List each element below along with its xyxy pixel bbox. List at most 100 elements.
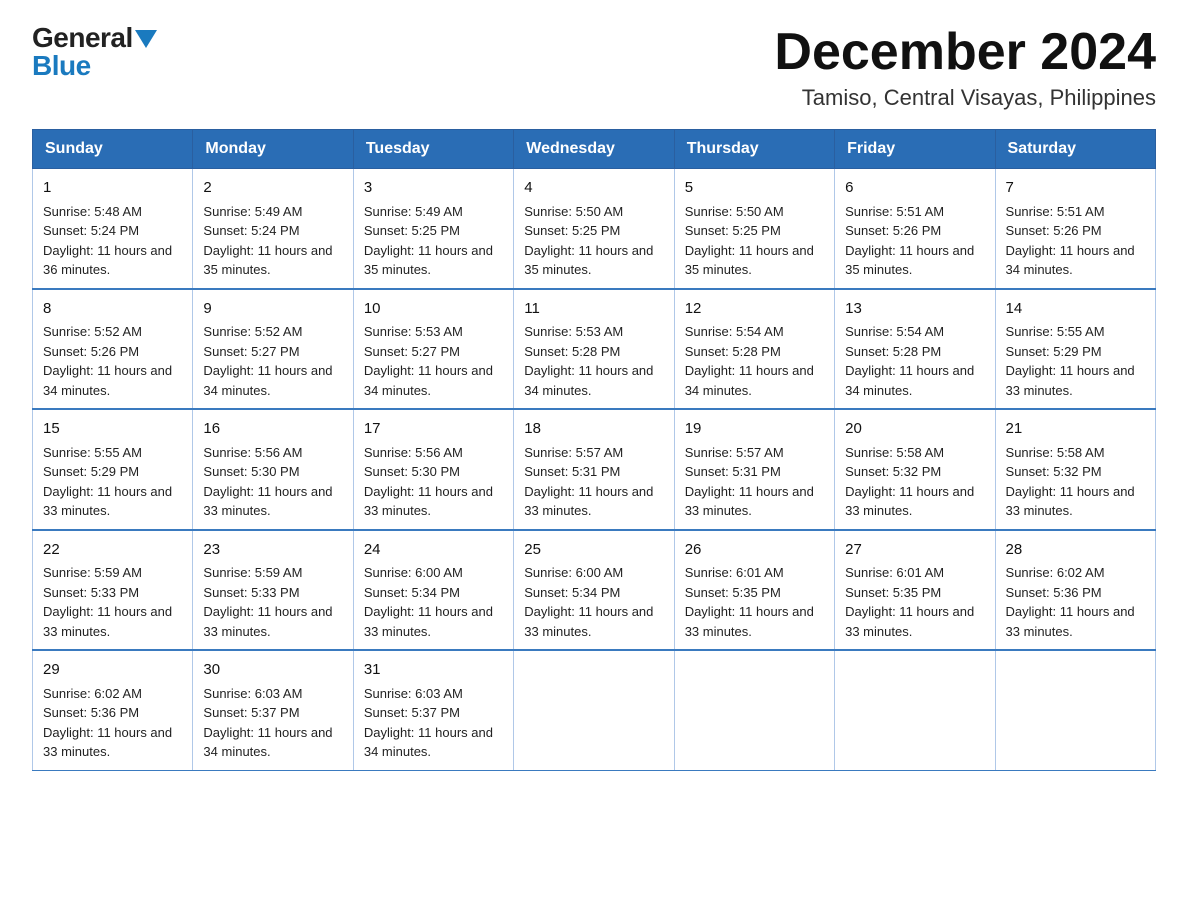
day-number: 4 xyxy=(524,177,663,200)
day-number: 13 xyxy=(845,298,984,321)
day-number: 7 xyxy=(1006,177,1145,200)
main-title: December 2024 xyxy=(774,24,1156,81)
weekday-header-wednesday: Wednesday xyxy=(514,130,674,169)
day-number: 27 xyxy=(845,539,984,562)
day-info: Sunrise: 5:50 AMSunset: 5:25 PMDaylight:… xyxy=(685,204,814,278)
day-info: Sunrise: 5:58 AMSunset: 5:32 PMDaylight:… xyxy=(1006,445,1135,519)
day-info: Sunrise: 6:00 AMSunset: 5:34 PMDaylight:… xyxy=(364,565,493,639)
calendar-cell: 28 Sunrise: 6:02 AMSunset: 5:36 PMDayligh… xyxy=(995,530,1155,651)
weekday-header-friday: Friday xyxy=(835,130,995,169)
day-number: 18 xyxy=(524,418,663,441)
day-number: 17 xyxy=(364,418,503,441)
weekday-row: SundayMondayTuesdayWednesdayThursdayFrid… xyxy=(33,130,1156,169)
weekday-header-thursday: Thursday xyxy=(674,130,834,169)
day-info: Sunrise: 5:54 AMSunset: 5:28 PMDaylight:… xyxy=(845,324,974,398)
day-number: 15 xyxy=(43,418,182,441)
calendar-cell: 5 Sunrise: 5:50 AMSunset: 5:25 PMDaylight… xyxy=(674,169,834,289)
calendar-week-2: 8Sunrise: 5:52 AMSunset: 5:26 PMDaylight… xyxy=(33,289,1156,410)
day-info: Sunrise: 5:55 AMSunset: 5:29 PMDaylight:… xyxy=(1006,324,1135,398)
day-number: 3 xyxy=(364,177,503,200)
calendar-cell: 31Sunrise: 6:03 AMSunset: 5:37 PMDayligh… xyxy=(353,650,513,770)
day-info: Sunrise: 5:51 AMSunset: 5:26 PMDaylight:… xyxy=(845,204,974,278)
day-number: 21 xyxy=(1006,418,1145,441)
day-info: Sunrise: 5:53 AMSunset: 5:28 PMDaylight:… xyxy=(524,324,653,398)
day-number: 19 xyxy=(685,418,824,441)
calendar-cell: 4 Sunrise: 5:50 AMSunset: 5:25 PMDaylight… xyxy=(514,169,674,289)
day-info: Sunrise: 5:58 AMSunset: 5:32 PMDaylight:… xyxy=(845,445,974,519)
day-number: 24 xyxy=(364,539,503,562)
day-number: 5 xyxy=(685,177,824,200)
calendar-body: 1 Sunrise: 5:48 AMSunset: 5:24 PMDaylight… xyxy=(33,169,1156,771)
day-info: Sunrise: 5:54 AMSunset: 5:28 PMDaylight:… xyxy=(685,324,814,398)
day-info: Sunrise: 6:01 AMSunset: 5:35 PMDaylight:… xyxy=(845,565,974,639)
calendar-cell: 6 Sunrise: 5:51 AMSunset: 5:26 PMDaylight… xyxy=(835,169,995,289)
calendar-cell: 11 Sunrise: 5:53 AMSunset: 5:28 PMDayligh… xyxy=(514,289,674,410)
calendar-cell: 21 Sunrise: 5:58 AMSunset: 5:32 PMDayligh… xyxy=(995,409,1155,530)
day-info: Sunrise: 5:57 AMSunset: 5:31 PMDaylight:… xyxy=(685,445,814,519)
weekday-header-saturday: Saturday xyxy=(995,130,1155,169)
day-number: 29 xyxy=(43,659,182,682)
calendar-cell xyxy=(995,650,1155,770)
calendar-cell: 2 Sunrise: 5:49 AMSunset: 5:24 PMDaylight… xyxy=(193,169,353,289)
calendar-week-3: 15 Sunrise: 5:55 AMSunset: 5:29 PMDayligh… xyxy=(33,409,1156,530)
day-number: 6 xyxy=(845,177,984,200)
day-info: Sunrise: 6:01 AMSunset: 5:35 PMDaylight:… xyxy=(685,565,814,639)
day-info: Sunrise: 5:57 AMSunset: 5:31 PMDaylight:… xyxy=(524,445,653,519)
day-info: Sunrise: 5:56 AMSunset: 5:30 PMDaylight:… xyxy=(203,445,332,519)
calendar-cell: 10Sunrise: 5:53 AMSunset: 5:27 PMDayligh… xyxy=(353,289,513,410)
subtitle: Tamiso, Central Visayas, Philippines xyxy=(774,85,1156,111)
day-number: 2 xyxy=(203,177,342,200)
day-number: 26 xyxy=(685,539,824,562)
day-number: 25 xyxy=(524,539,663,562)
day-info: Sunrise: 6:02 AMSunset: 5:36 PMDaylight:… xyxy=(1006,565,1135,639)
day-info: Sunrise: 5:56 AMSunset: 5:30 PMDaylight:… xyxy=(364,445,493,519)
day-info: Sunrise: 5:55 AMSunset: 5:29 PMDaylight:… xyxy=(43,445,172,519)
calendar-cell: 3 Sunrise: 5:49 AMSunset: 5:25 PMDaylight… xyxy=(353,169,513,289)
calendar-week-4: 22Sunrise: 5:59 AMSunset: 5:33 PMDayligh… xyxy=(33,530,1156,651)
calendar-cell: 1 Sunrise: 5:48 AMSunset: 5:24 PMDaylight… xyxy=(33,169,193,289)
calendar-cell: 14Sunrise: 5:55 AMSunset: 5:29 PMDayligh… xyxy=(995,289,1155,410)
day-number: 11 xyxy=(524,298,663,321)
day-info: Sunrise: 5:52 AMSunset: 5:26 PMDaylight:… xyxy=(43,324,172,398)
day-info: Sunrise: 5:50 AMSunset: 5:25 PMDaylight:… xyxy=(524,204,653,278)
calendar-cell: 18 Sunrise: 5:57 AMSunset: 5:31 PMDayligh… xyxy=(514,409,674,530)
calendar-cell: 25Sunrise: 6:00 AMSunset: 5:34 PMDayligh… xyxy=(514,530,674,651)
day-number: 31 xyxy=(364,659,503,682)
logo: General Blue xyxy=(32,24,157,80)
day-info: Sunrise: 6:02 AMSunset: 5:36 PMDaylight:… xyxy=(43,686,172,760)
day-number: 16 xyxy=(203,418,342,441)
logo-general: General xyxy=(32,24,133,52)
weekday-header-sunday: Sunday xyxy=(33,130,193,169)
day-number: 1 xyxy=(43,177,182,200)
calendar-week-1: 1 Sunrise: 5:48 AMSunset: 5:24 PMDaylight… xyxy=(33,169,1156,289)
day-number: 23 xyxy=(203,539,342,562)
day-info: Sunrise: 5:49 AMSunset: 5:25 PMDaylight:… xyxy=(364,204,493,278)
calendar-cell xyxy=(674,650,834,770)
calendar-table: SundayMondayTuesdayWednesdayThursdayFrid… xyxy=(32,129,1156,771)
calendar-cell: 12 Sunrise: 5:54 AMSunset: 5:28 PMDayligh… xyxy=(674,289,834,410)
calendar-cell: 8Sunrise: 5:52 AMSunset: 5:26 PMDaylight… xyxy=(33,289,193,410)
day-info: Sunrise: 5:52 AMSunset: 5:27 PMDaylight:… xyxy=(203,324,332,398)
calendar-cell: 20 Sunrise: 5:58 AMSunset: 5:32 PMDayligh… xyxy=(835,409,995,530)
day-info: Sunrise: 5:49 AMSunset: 5:24 PMDaylight:… xyxy=(203,204,332,278)
page-header: General Blue December 2024 Tamiso, Centr… xyxy=(32,24,1156,111)
day-info: Sunrise: 5:51 AMSunset: 5:26 PMDaylight:… xyxy=(1006,204,1135,278)
calendar-cell: 13 Sunrise: 5:54 AMSunset: 5:28 PMDayligh… xyxy=(835,289,995,410)
calendar-cell: 27 Sunrise: 6:01 AMSunset: 5:35 PMDayligh… xyxy=(835,530,995,651)
logo-triangle-icon xyxy=(135,30,157,48)
calendar-header: SundayMondayTuesdayWednesdayThursdayFrid… xyxy=(33,130,1156,169)
calendar-cell xyxy=(835,650,995,770)
calendar-cell: 17 Sunrise: 5:56 AMSunset: 5:30 PMDayligh… xyxy=(353,409,513,530)
day-number: 22 xyxy=(43,539,182,562)
calendar-cell: 9Sunrise: 5:52 AMSunset: 5:27 PMDaylight… xyxy=(193,289,353,410)
title-block: December 2024 Tamiso, Central Visayas, P… xyxy=(774,24,1156,111)
weekday-header-tuesday: Tuesday xyxy=(353,130,513,169)
calendar-cell: 24 Sunrise: 6:00 AMSunset: 5:34 PMDayligh… xyxy=(353,530,513,651)
calendar-cell: 15 Sunrise: 5:55 AMSunset: 5:29 PMDayligh… xyxy=(33,409,193,530)
day-number: 10 xyxy=(364,298,503,321)
day-info: Sunrise: 5:48 AMSunset: 5:24 PMDaylight:… xyxy=(43,204,172,278)
calendar-cell: 26 Sunrise: 6:01 AMSunset: 5:35 PMDayligh… xyxy=(674,530,834,651)
day-number: 12 xyxy=(685,298,824,321)
day-number: 20 xyxy=(845,418,984,441)
day-number: 28 xyxy=(1006,539,1145,562)
